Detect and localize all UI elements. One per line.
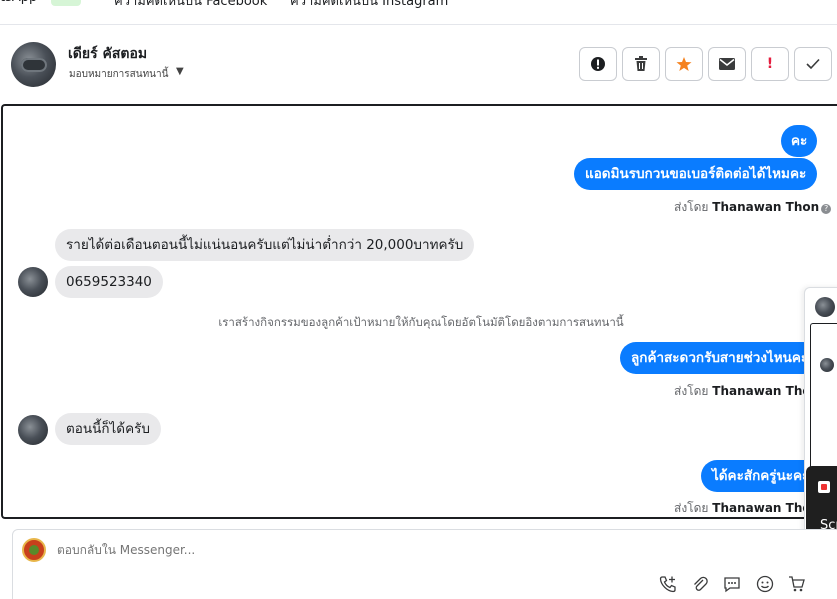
sender-avatar[interactable] <box>18 267 48 297</box>
message-incoming[interactable]: ตอนนี้ก็ได้ครับ <box>55 413 161 445</box>
caret-down-icon[interactable]: ▼ <box>176 66 184 77</box>
message-outgoing[interactable]: ได้คะสักครู่นะคะ <box>701 460 821 492</box>
side-thread <box>810 323 837 473</box>
sent-by-label: ส่งโดย Thanawan Thon <box>674 499 819 517</box>
message-incoming[interactable]: 0659523340 <box>55 266 163 298</box>
sender-avatar[interactable] <box>18 415 48 445</box>
page-avatar <box>22 538 46 562</box>
paperclip-icon <box>694 576 708 591</box>
sent-by-agent: Thanawan Thon <box>712 200 820 214</box>
mark-done-button[interactable] <box>794 47 832 81</box>
sent-by-prefix: ส่งโดย <box>674 384 709 398</box>
mark-unread-button[interactable] <box>708 47 746 81</box>
app-icon <box>818 481 830 493</box>
sent-by-label: ส่งโดย Thanawan Thon? <box>674 198 832 217</box>
shop-button[interactable] <box>787 574 807 594</box>
system-notice: เราสร้างกิจกรรมของลูกค้าเป้าหมายให้กับคุ… <box>218 315 624 329</box>
check-icon <box>806 58 820 70</box>
exclamation-icon: ! <box>766 56 774 72</box>
envelope-icon <box>719 58 735 70</box>
reply-composer <box>12 529 837 599</box>
message-outgoing[interactable]: ลูกค้าสะดวกรับสายช่วงไหนคะ <box>620 342 820 374</box>
side-sender-avatar <box>820 358 834 372</box>
saved-replies-button[interactable] <box>722 574 742 594</box>
new-badge <box>51 0 81 6</box>
mark-spam-button[interactable] <box>579 47 617 81</box>
contact-avatar[interactable] <box>11 42 56 87</box>
star-button[interactable] <box>665 47 703 81</box>
phone-plus-icon <box>659 576 676 593</box>
contact-name[interactable]: เดียร์ คัสตอม <box>68 43 147 65</box>
exclamation-circle-icon <box>591 57 605 71</box>
tab-instagram-comments[interactable]: ความคิดเห็นบน Instagram <box>290 0 448 11</box>
attach-button[interactable] <box>690 574 710 594</box>
sent-by-prefix: ส่งโดย <box>674 501 709 515</box>
message-incoming[interactable]: รายได้ต่อเดือนตอนนี้ไม่แน่นอนครับแต่ไม่น… <box>55 229 475 261</box>
info-icon[interactable]: ? <box>821 204 832 214</box>
channel-tabs: atsApp ความคิดเห็นบน Facebook ความคิดเห็… <box>0 0 837 12</box>
cart-icon <box>789 576 805 592</box>
emoji-button[interactable] <box>755 574 775 594</box>
sent-by-label: ส่งโดย Thanawan Thon <box>674 382 819 401</box>
inbox-conversation-view: atsApp ความคิดเห็นบน Facebook ความคิดเห็… <box>0 0 837 599</box>
message-outgoing[interactable]: แอดมินรบกวนขอเบอร์ติดต่อได้ไหมคะ <box>574 158 818 190</box>
reply-input[interactable] <box>57 543 777 557</box>
side-contact-avatar[interactable] <box>815 297 835 317</box>
conversation-header: เดียร์ คัสตอม มอบหมายการสนทนานี้ ▼ ! <box>0 25 837 104</box>
smiley-icon <box>756 575 774 593</box>
call-button[interactable] <box>658 574 678 594</box>
trash-icon <box>635 56 647 71</box>
delete-button[interactable] <box>622 47 660 81</box>
star-icon <box>676 57 692 71</box>
tab-facebook-comments[interactable]: ความคิดเห็นบน Facebook <box>114 0 267 11</box>
chat-bubble-icon <box>724 577 740 593</box>
sent-by-prefix: ส่งโดย <box>674 200 709 214</box>
tab-whatsapp[interactable]: atsApp <box>0 0 37 5</box>
follow-up-button[interactable]: ! <box>751 47 789 81</box>
assign-conversation-link[interactable]: มอบหมายการสนทนานี้ <box>69 67 168 82</box>
message-outgoing[interactable]: คะ <box>781 125 818 157</box>
message-thread[interactable]: คะ แอดมินรบกวนขอเบอร์ติดต่อได้ไหมคะ ส่งโ… <box>1 104 837 519</box>
